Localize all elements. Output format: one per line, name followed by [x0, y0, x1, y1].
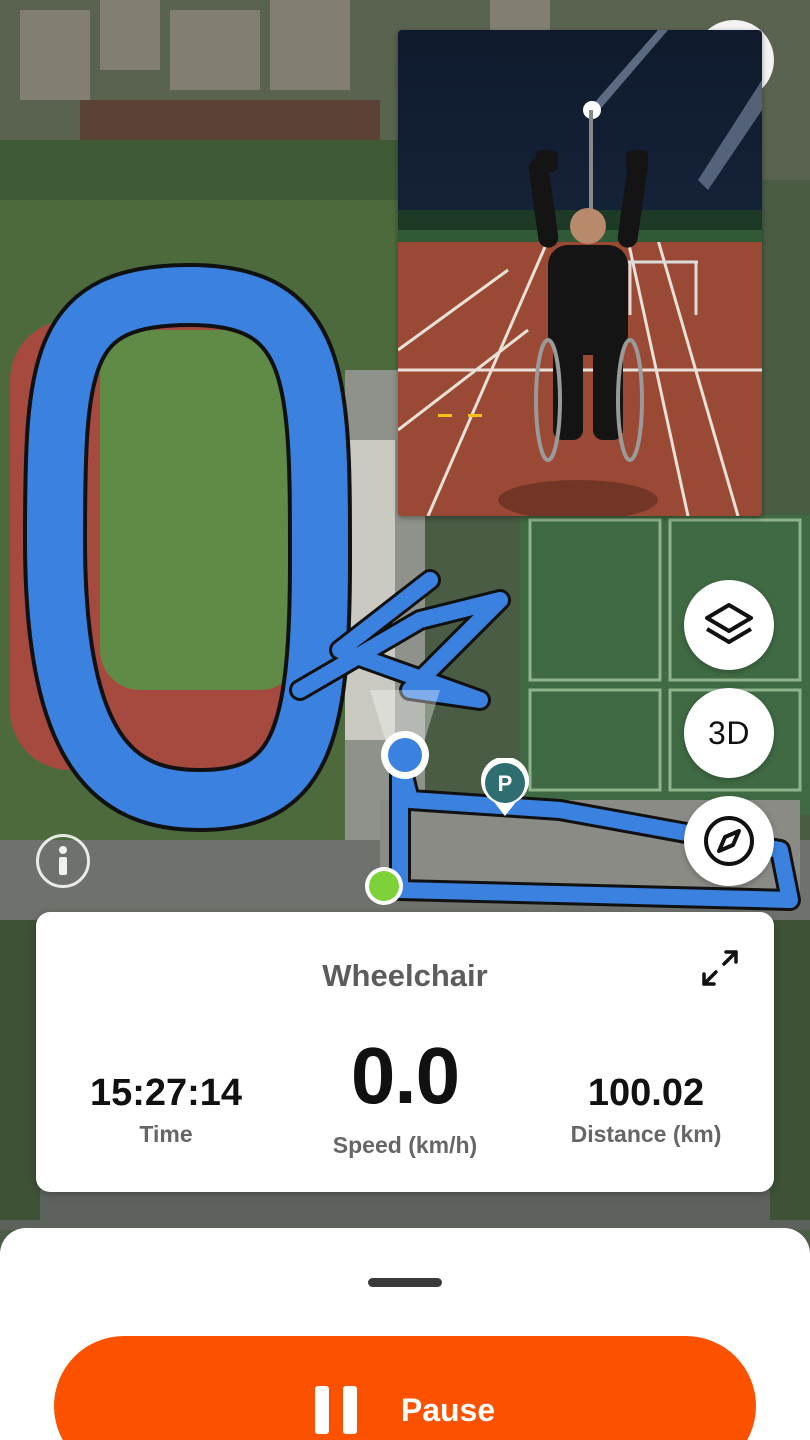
3d-label: 3D: [708, 714, 750, 751]
distance-label: Distance (km): [570, 1121, 722, 1147]
speed-stat: 0.0 Speed (km/h): [310, 1036, 500, 1159]
info-icon[interactable]: [36, 834, 90, 888]
parking-label: P: [498, 771, 513, 796]
athlete-photo: [398, 30, 762, 516]
time-stat: 15:27:14 Time: [74, 1072, 258, 1148]
3d-view-button[interactable]: 3D: [684, 688, 774, 778]
pause-button[interactable]: Pause: [54, 1336, 756, 1440]
parking-pin-icon[interactable]: P: [478, 758, 532, 818]
recording-stats-card: Wheelchair 15:27:14 Time 0.0 Speed (km/h…: [36, 912, 774, 1192]
speed-value: 0.0: [350, 1031, 460, 1120]
speed-label: Speed (km/h): [332, 1132, 478, 1158]
time-label: Time: [139, 1121, 193, 1147]
layers-icon: [705, 603, 753, 644]
bottom-sheet: Pause: [0, 1228, 810, 1440]
activity-type-title[interactable]: Wheelchair: [36, 958, 774, 994]
pause-label: Pause: [400, 1392, 496, 1428]
sheet-drag-handle[interactable]: [368, 1278, 442, 1287]
distance-value: 100.02: [587, 1072, 705, 1114]
compass-button[interactable]: [684, 796, 774, 886]
time-value: 15:27:14: [89, 1072, 243, 1114]
expand-icon[interactable]: [700, 948, 740, 988]
activity-photo[interactable]: [398, 30, 762, 516]
distance-stat: 100.02 Distance (km): [556, 1072, 736, 1148]
map-layers-button[interactable]: [684, 580, 774, 670]
compass-icon: [704, 816, 754, 866]
pause-icon: [314, 1386, 357, 1440]
